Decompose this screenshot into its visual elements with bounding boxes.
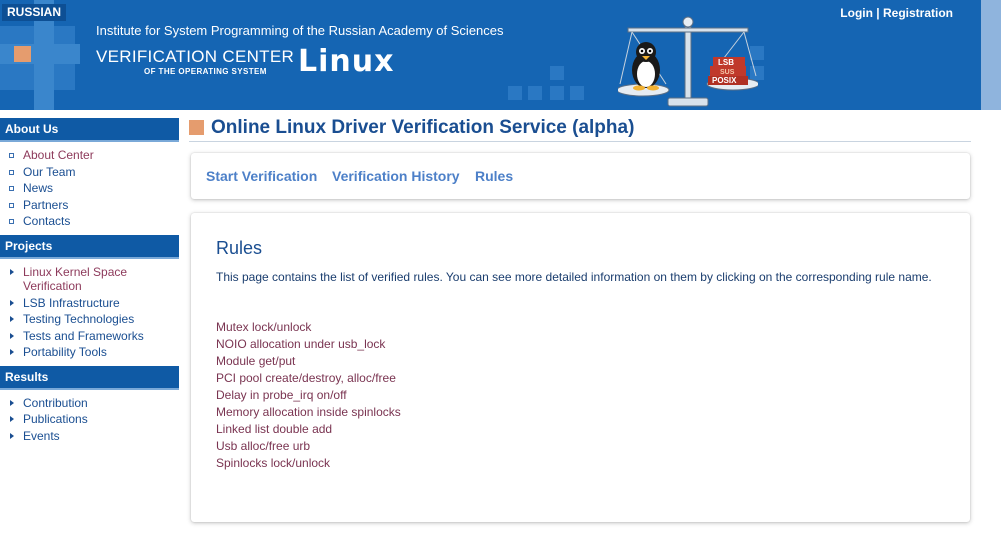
sidebar-item-label: Tests and Frameworks (23, 328, 144, 343)
page-title: Online Linux Driver Verification Service… (211, 117, 635, 138)
header-decoration (550, 66, 564, 80)
sidebar-item-about-center[interactable]: About Center (0, 147, 179, 164)
header-decoration (570, 86, 584, 100)
sidebar-item-label: Portability Tools (23, 345, 107, 359)
sidebar-item-label: News (23, 181, 54, 195)
sidebar-heading-about: About Us (0, 118, 179, 142)
sidebar-item-contacts[interactable]: Contacts (0, 213, 179, 230)
verification-history-link[interactable]: Verification History (332, 168, 460, 184)
arrow-bullet-icon (10, 399, 14, 406)
institute-name: Institute for System Programming of the … (96, 23, 504, 38)
sidebar-item-linux-kernel-verification[interactable]: Linux Kernel Space Verification (0, 264, 179, 295)
sidebar-item-label: Our Team (23, 164, 76, 179)
login-link[interactable]: Login (840, 6, 873, 20)
sidebar-item-label: Contacts (23, 214, 71, 228)
page-heading: Online Linux Driver Verification Service… (189, 117, 971, 142)
rule-link[interactable]: Delay in probe_irq on/off (216, 387, 401, 404)
scales-book-label: POSIX (712, 76, 737, 85)
heading-square-icon (189, 120, 204, 135)
rules-list: Mutex lock/unlock NOIO allocation under … (216, 319, 401, 472)
rules-heading: Rules (216, 238, 263, 258)
arrow-bullet-icon (10, 349, 14, 355)
sidebar-list-results: Contribution Publications Events (0, 390, 179, 450)
arrow-bullet-icon (10, 299, 14, 306)
sidebar-heading-results: Results (0, 365, 179, 390)
sidebar-item-label: Contribution (23, 395, 88, 410)
arrow-bullet-icon (10, 316, 14, 322)
sidebar-item-our-team[interactable]: Our Team (0, 164, 179, 181)
square-bullet-icon (9, 202, 14, 208)
header-decoration (508, 86, 522, 100)
link-separator: | (876, 6, 880, 20)
sidebar: About Us About Center Our Team News Part… (0, 118, 179, 449)
justice-scales-icon: LSB SUS POSIX (618, 16, 758, 107)
account-links: Login | Registration (840, 6, 953, 20)
header-edge-stripe (981, 0, 1001, 110)
header-decoration (0, 44, 80, 64)
rule-link[interactable]: Module get/put (216, 353, 401, 370)
header-decoration (550, 86, 564, 100)
center-linux-logo: Linux (298, 44, 395, 79)
sidebar-item-tests-frameworks[interactable]: Tests and Frameworks (0, 328, 179, 345)
russian-language-button[interactable]: RUSSIAN (2, 4, 66, 21)
arrow-bullet-icon (10, 332, 14, 339)
sidebar-item-testing-technologies[interactable]: Testing Technologies (0, 311, 179, 328)
rules-description: This page contains the list of verified … (216, 270, 932, 284)
sidebar-heading-projects: Projects (0, 234, 179, 259)
scales-book-label: SUS (720, 69, 735, 76)
header-decoration (528, 86, 542, 100)
sidebar-item-portability-tools[interactable]: Portability Tools (0, 344, 179, 361)
sidebar-item-contribution[interactable]: Contribution (0, 395, 179, 412)
sidebar-item-news[interactable]: News (0, 180, 179, 197)
rule-link[interactable]: NOIO allocation under usb_lock (216, 336, 401, 353)
sidebar-item-label: Partners (23, 197, 69, 212)
rule-link[interactable]: Usb alloc/free urb (216, 438, 401, 455)
rules-panel: Rules This page contains the list of ver… (191, 213, 970, 522)
center-subtitle: OF THE OPERATING SYSTEM (144, 67, 267, 76)
sidebar-item-label: Publications (23, 412, 88, 426)
sidebar-item-publications[interactable]: Publications (0, 411, 179, 428)
registration-link[interactable]: Registration (883, 6, 953, 20)
rule-link[interactable]: Mutex lock/unlock (216, 319, 401, 336)
sidebar-item-label: About Center (23, 148, 94, 162)
sidebar-list-projects: Linux Kernel Space Verification LSB Infr… (0, 259, 179, 366)
sidebar-item-lsb-infrastructure[interactable]: LSB Infrastructure (0, 295, 179, 312)
square-bullet-icon (9, 153, 14, 158)
sidebar-item-label: LSB Infrastructure (23, 295, 120, 310)
square-bullet-icon (9, 219, 14, 224)
arrow-bullet-icon (10, 416, 14, 422)
arrow-bullet-icon (10, 432, 14, 439)
rule-link[interactable]: PCI pool create/destroy, alloc/free (216, 370, 401, 387)
sidebar-list-about: About Center Our Team News Partners Cont… (0, 142, 179, 235)
scales-book-label: LSB (718, 58, 734, 67)
sidebar-item-label: Linux Kernel Space Verification (23, 264, 128, 293)
rule-link[interactable]: Memory allocation inside spinlocks (216, 404, 401, 421)
arrow-bullet-icon (10, 268, 14, 275)
sidebar-item-events[interactable]: Events (0, 428, 179, 445)
logo-square-icon (14, 46, 31, 62)
site-header: RUSSIAN Institute for System Programming… (0, 0, 981, 110)
sidebar-item-label: Events (23, 428, 60, 443)
square-bullet-icon (9, 169, 14, 175)
center-title: VERIFICATION CENTER (96, 47, 295, 66)
sidebar-item-label: Testing Technologies (23, 312, 135, 326)
rule-link[interactable]: Spinlocks lock/unlock (216, 455, 401, 472)
sidebar-item-partners[interactable]: Partners (0, 197, 179, 214)
square-bullet-icon (9, 186, 14, 191)
service-nav-panel: Start Verification Verification History … (191, 153, 970, 199)
rule-link[interactable]: Linked list double add (216, 421, 401, 438)
start-verification-link[interactable]: Start Verification (206, 168, 317, 184)
rules-link[interactable]: Rules (475, 168, 513, 184)
